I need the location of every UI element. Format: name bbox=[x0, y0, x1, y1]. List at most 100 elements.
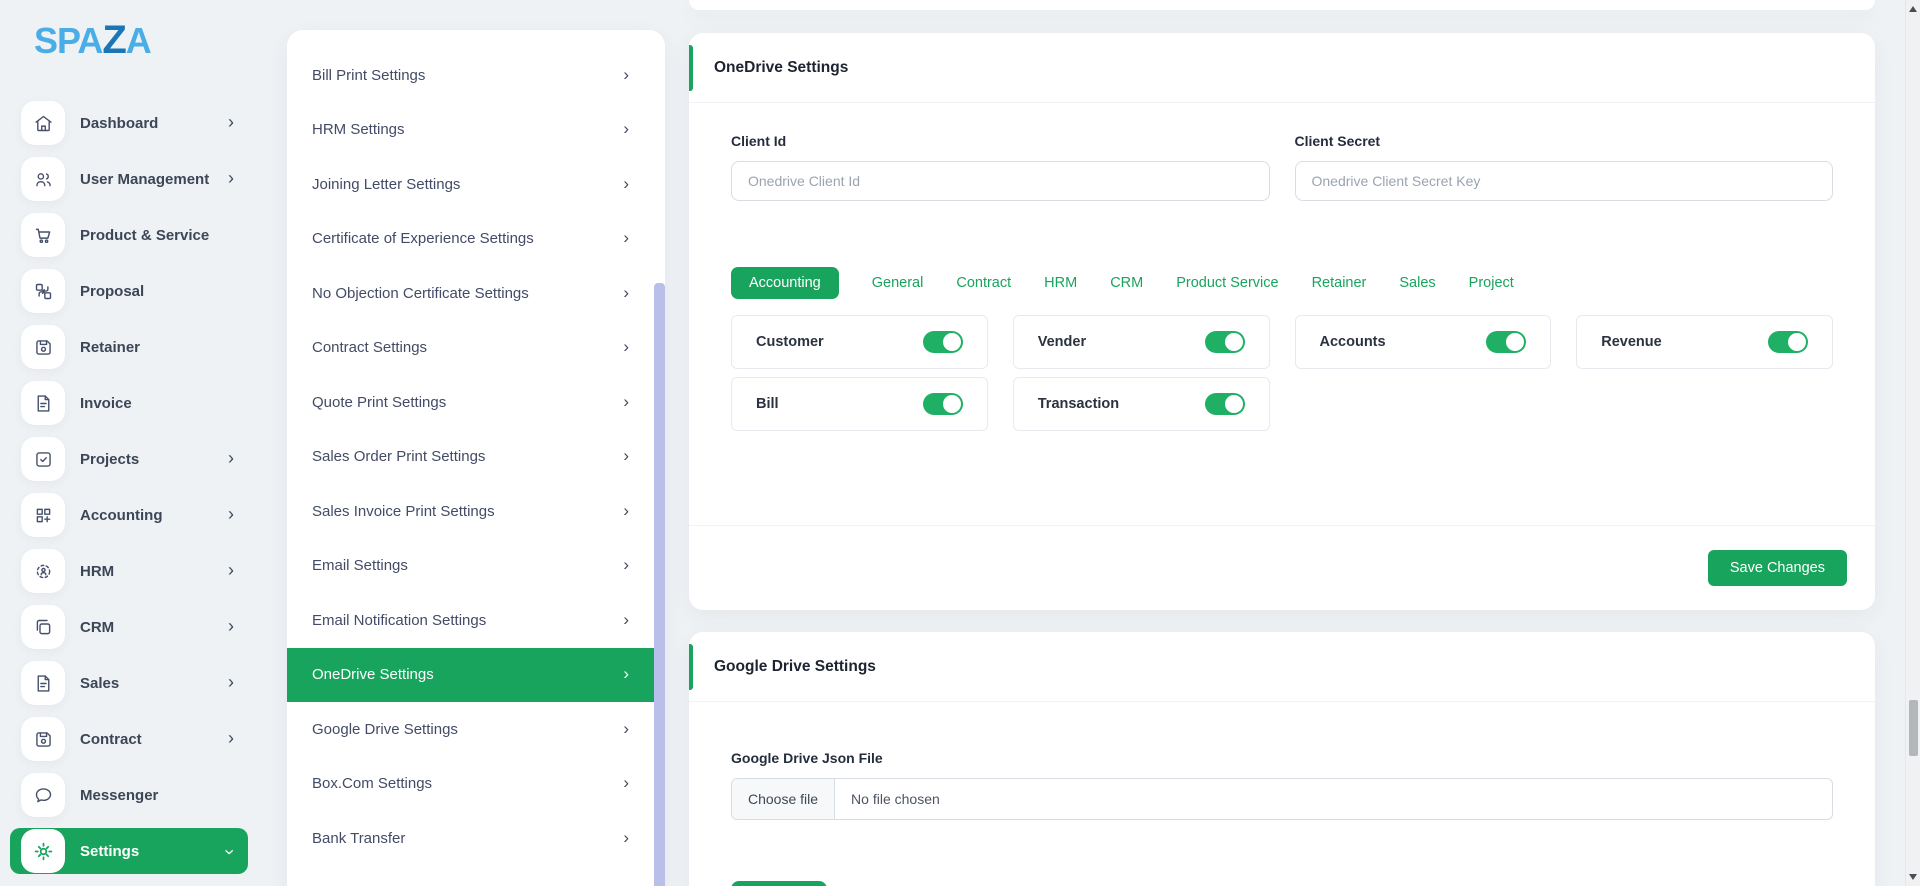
page-scrollbar-thumb[interactable] bbox=[1909, 700, 1918, 756]
settings-menu-item-barcode-settings[interactable]: Barcode Settings› bbox=[287, 866, 665, 886]
tab-retainer[interactable]: Retainer bbox=[1312, 267, 1367, 299]
toggle-label: Accounts bbox=[1320, 334, 1386, 350]
sidebar-item-label: Projects bbox=[80, 451, 139, 468]
sidebar-item-sales[interactable]: Sales› bbox=[10, 660, 248, 706]
toggle-card-customer: Customer bbox=[731, 315, 988, 369]
settings-menu-item-certificate-of-experience-settings[interactable]: Certificate of Experience Settings› bbox=[287, 212, 665, 267]
google-card-title: Google Drive Settings bbox=[714, 658, 876, 676]
settings-menu-item-joining-letter-settings[interactable]: Joining Letter Settings› bbox=[287, 157, 665, 212]
tab-general[interactable]: General bbox=[872, 267, 924, 299]
settings-menu-item-email-settings[interactable]: Email Settings› bbox=[287, 539, 665, 594]
tab-product-service[interactable]: Product Service bbox=[1176, 267, 1278, 299]
revenue-toggle-switch[interactable] bbox=[1768, 331, 1808, 353]
page-scrollbar[interactable] bbox=[1905, 0, 1920, 886]
module-toggle-grid: CustomerVenderAccountsRevenueBillTransac… bbox=[731, 315, 1833, 431]
sidebar-item-user-management[interactable]: User Management› bbox=[10, 156, 248, 202]
submenu-scrollbar-thumb[interactable] bbox=[654, 283, 665, 886]
settings-menu-item-no-objection-certificate-settings[interactable]: No Objection Certificate Settings› bbox=[287, 266, 665, 321]
sidebar-item-label: CRM bbox=[80, 619, 114, 636]
client-secret-label: Client Secret bbox=[1295, 133, 1834, 149]
settings-menu-item-label: Bill Print Settings bbox=[312, 67, 425, 84]
settings-menu-item-contract-settings[interactable]: Contract Settings › bbox=[287, 321, 665, 376]
tab-project[interactable]: Project bbox=[1469, 267, 1514, 299]
sidebar-item-product-service[interactable]: Product & Service bbox=[10, 212, 248, 258]
settings-submenu-panel: Bill Print Settings›HRM Settings›Joining… bbox=[287, 30, 665, 886]
hrm-circle-icon bbox=[21, 549, 65, 593]
settings-menu-item-quote-print-settings[interactable]: Quote Print Settings› bbox=[287, 375, 665, 430]
toggle-label: Revenue bbox=[1601, 334, 1661, 350]
settings-menu-item-sales-invoice-print-settings[interactable]: Sales Invoice Print Settings› bbox=[287, 484, 665, 539]
settings-menu-item-label: Google Drive Settings bbox=[312, 721, 458, 738]
chevron-right-icon: › bbox=[228, 113, 234, 133]
sidebar-item-crm[interactable]: CRM› bbox=[10, 604, 248, 650]
home-icon bbox=[21, 101, 65, 145]
sidebar-item-invoice[interactable]: Invoice bbox=[10, 380, 248, 426]
chevron-down-icon: › bbox=[221, 847, 239, 855]
sidebar: SPAZA Dashboard›User Management›Product … bbox=[0, 0, 262, 886]
sidebar-item-label: Contract bbox=[80, 731, 142, 748]
save-changes-button[interactable]: Save Changes bbox=[1708, 550, 1847, 586]
settings-menu-item-label: Box.Com Settings bbox=[312, 775, 432, 792]
settings-menu-item-box-com-settings[interactable]: Box.Com Settings› bbox=[287, 757, 665, 812]
toggle-card-vender: Vender bbox=[1013, 315, 1270, 369]
brand-logo[interactable]: SPAZA bbox=[0, 16, 262, 64]
tab-contract[interactable]: Contract bbox=[956, 267, 1011, 299]
sidebar-item-proposal[interactable]: Proposal bbox=[10, 268, 248, 314]
client-secret-input[interactable] bbox=[1295, 161, 1834, 201]
tab-accounting[interactable]: Accounting bbox=[731, 267, 839, 299]
sidebar-item-settings[interactable]: Settings› bbox=[10, 828, 248, 874]
google-json-file-input[interactable]: Choose file No file chosen bbox=[731, 778, 1833, 820]
bill-toggle-switch[interactable] bbox=[923, 393, 963, 415]
settings-menu-item-google-drive-settings[interactable]: Google Drive Settings› bbox=[287, 702, 665, 757]
google-card-header: Google Drive Settings bbox=[689, 632, 1875, 702]
toggle-label: Customer bbox=[756, 334, 824, 350]
partial-save-button[interactable] bbox=[731, 881, 827, 886]
settings-menu-item-label: Certificate of Experience Settings bbox=[312, 230, 534, 247]
toggle-card-accounts: Accounts bbox=[1295, 315, 1552, 369]
chevron-right-icon: › bbox=[623, 338, 629, 357]
accounts-toggle-switch[interactable] bbox=[1486, 331, 1526, 353]
chevron-right-icon: › bbox=[228, 505, 234, 525]
client-id-input[interactable] bbox=[731, 161, 1270, 201]
floppy-icon bbox=[21, 717, 65, 761]
sidebar-item-messenger[interactable]: Messenger bbox=[10, 772, 248, 818]
settings-menu-item-sales-order-print-settings[interactable]: Sales Order Print Settings› bbox=[287, 430, 665, 485]
tab-sales[interactable]: Sales bbox=[1399, 267, 1435, 299]
chevron-right-icon: › bbox=[228, 449, 234, 469]
settings-menu-item-email-notification-settings[interactable]: Email Notification Settings› bbox=[287, 593, 665, 648]
settings-menu-item-bill-print-settings[interactable]: Bill Print Settings› bbox=[287, 48, 665, 103]
scrollbar-up-arrow-icon[interactable] bbox=[1909, 6, 1917, 12]
sidebar-item-dashboard[interactable]: Dashboard › bbox=[10, 100, 248, 146]
sidebar-item-hrm[interactable]: HRM› bbox=[10, 548, 248, 594]
onedrive-card-footer: Save Changes bbox=[689, 525, 1875, 610]
credentials-fields: Client Id Client Secret bbox=[731, 133, 1833, 201]
transaction-toggle-switch[interactable] bbox=[1205, 393, 1245, 415]
tab-hrm[interactable]: HRM bbox=[1044, 267, 1077, 299]
customer-toggle-switch[interactable] bbox=[923, 331, 963, 353]
sidebar-item-contract[interactable]: Contract› bbox=[10, 716, 248, 762]
settings-menu-item-onedrive-settings[interactable]: OneDrive Settings› bbox=[287, 648, 665, 703]
settings-menu-item-label: OneDrive Settings bbox=[312, 666, 434, 683]
sidebar-item-retainer[interactable]: Retainer bbox=[10, 324, 248, 370]
sidebar-item-label: Invoice bbox=[80, 395, 132, 412]
settings-menu-item-hrm-settings[interactable]: HRM Settings› bbox=[287, 103, 665, 158]
sidebar-item-projects[interactable]: Projects › bbox=[10, 436, 248, 482]
logo-text-z: Z bbox=[102, 18, 125, 62]
tab-crm[interactable]: CRM bbox=[1110, 267, 1143, 299]
vender-toggle-switch[interactable] bbox=[1205, 331, 1245, 353]
swap-boxes-icon bbox=[21, 269, 65, 313]
settings-menu-item-label: Contract Settings bbox=[312, 339, 427, 356]
users-icon bbox=[21, 157, 65, 201]
app-root: SPAZA Dashboard›User Management›Product … bbox=[0, 0, 1920, 886]
onedrive-card-header: OneDrive Settings bbox=[689, 33, 1875, 103]
sidebar-item-label: Dashboard bbox=[80, 115, 158, 132]
sidebar-item-label: User Management bbox=[80, 171, 209, 188]
scrollbar-down-arrow-icon[interactable] bbox=[1909, 874, 1917, 880]
previous-card-partial bbox=[689, 0, 1875, 10]
choose-file-button[interactable]: Choose file bbox=[732, 779, 835, 819]
settings-menu-item-bank-transfer[interactable]: Bank Transfer› bbox=[287, 811, 665, 866]
sidebar-item-label: Sales bbox=[80, 675, 119, 692]
sidebar-item-accounting[interactable]: Accounting› bbox=[10, 492, 248, 538]
main-content: OneDrive Settings Client Id Client Secre… bbox=[689, 0, 1875, 886]
settings-menu-item-label: Sales Order Print Settings bbox=[312, 448, 485, 465]
